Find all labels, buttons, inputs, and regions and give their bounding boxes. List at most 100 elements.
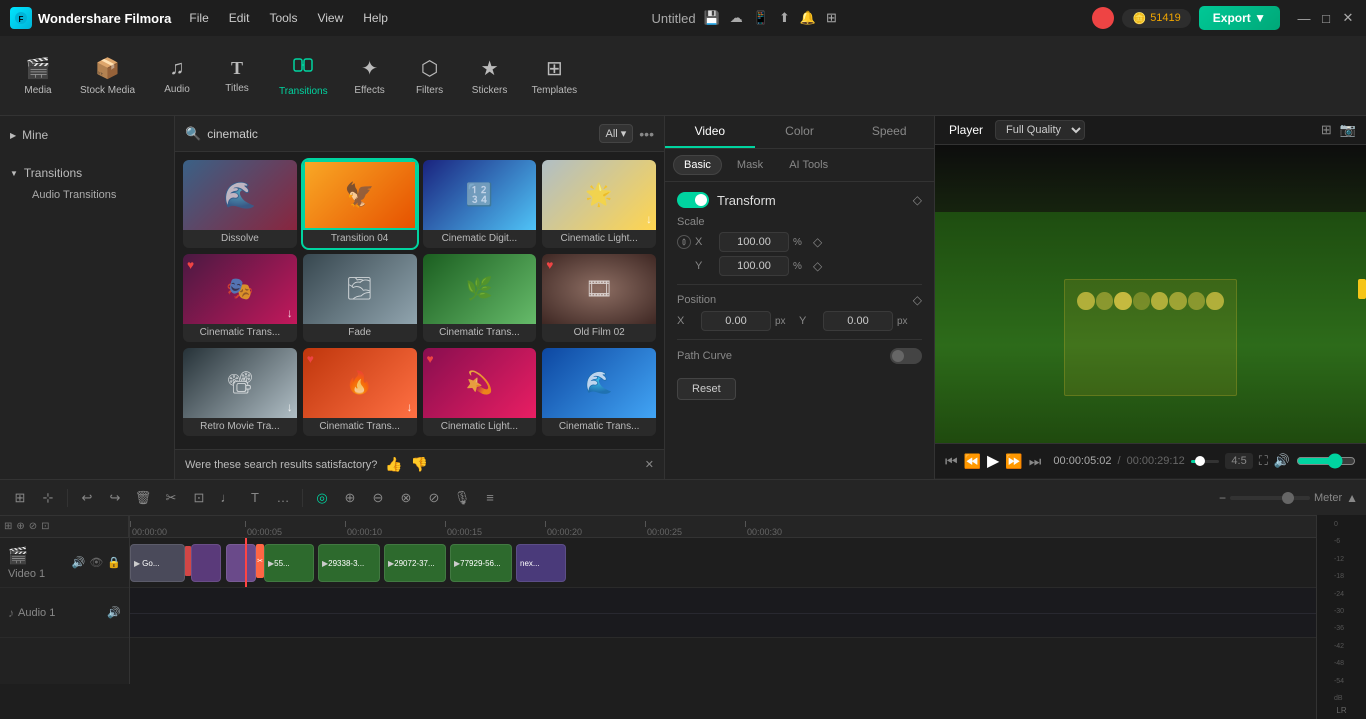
transform-toggle[interactable] (677, 192, 709, 208)
thumbs-down-btn[interactable]: 👎 (411, 456, 428, 473)
aspect-ratio-btn[interactable]: 4:5 (1225, 453, 1252, 469)
clip-29072[interactable]: ▶ 29072-37... (384, 544, 446, 582)
screenshot-icon[interactable]: 📷 (1340, 122, 1356, 138)
toolbar-effects[interactable]: ✦ Effects (342, 50, 398, 102)
link-tracks-btn[interactable]: ⊘ (29, 521, 37, 532)
menu-help[interactable]: Help (355, 9, 396, 27)
audio1-speaker-btn[interactable]: 🔊 (107, 606, 121, 619)
save-icon[interactable]: 💾 (704, 10, 720, 26)
tab-color[interactable]: Color (755, 116, 845, 148)
tl-magnet-btn[interactable]: ⊹ (36, 486, 60, 510)
pos-x-input[interactable] (701, 311, 771, 331)
video1-speaker-btn[interactable]: 🔊 (72, 556, 86, 569)
volume-slider[interactable] (1296, 453, 1356, 469)
play-btn[interactable]: ▶ (987, 451, 999, 471)
tl-crop-btn[interactable]: ⊡ (187, 486, 211, 510)
clip-purple2[interactable] (226, 544, 256, 582)
subtab-aitools[interactable]: AI Tools (778, 155, 839, 175)
share-icon[interactable]: ⬆ (779, 10, 790, 26)
menu-tools[interactable]: Tools (261, 9, 305, 27)
grid-item-cintrans2[interactable]: 🌿 + Cinematic Trans... (423, 254, 537, 342)
close-button[interactable]: ✕ (1340, 10, 1356, 26)
clip-77929[interactable]: ▶ 77929-56... (450, 544, 512, 582)
clip-nex[interactable]: nex... (516, 544, 566, 582)
mine-header[interactable]: ▶ Mine (10, 124, 164, 146)
position-keyframe-btn[interactable]: ◇ (913, 293, 922, 307)
minimize-button[interactable]: — (1296, 10, 1312, 26)
clip-purple1[interactable] (191, 544, 221, 582)
tl-audio-btn[interactable]: ♩ (215, 486, 239, 510)
preview-tab-player[interactable]: Player (945, 121, 987, 139)
tab-video[interactable]: Video (665, 116, 755, 148)
grid-item-cinlight[interactable]: 🌟 ↓ ↓ Cinematic Light... (542, 160, 656, 248)
apps-icon[interactable]: ⊞ (826, 10, 837, 26)
tl-cut-btn[interactable]: ✂ (159, 486, 183, 510)
scale-link-btn[interactable] (677, 235, 691, 249)
tl-more-btn[interactable]: … (271, 486, 295, 510)
grid-item-cinlight2[interactable]: 💫 ♥ + Cinematic Light... (423, 348, 537, 436)
zoom-bar[interactable] (1230, 496, 1310, 500)
export-button[interactable]: Export ▼ (1199, 6, 1280, 30)
search-input[interactable] (207, 127, 592, 141)
tl-undo-btn[interactable]: ↩ (75, 486, 99, 510)
search-filter[interactable]: All ▾ (599, 124, 634, 143)
pos-y-input[interactable] (823, 311, 893, 331)
zoom-out-btn[interactable]: − (1219, 491, 1226, 505)
grid-item-cintrans3[interactable]: 🔥 ♥ ↓ Cinematic Trans... (303, 348, 417, 436)
subtab-basic[interactable]: Basic (673, 155, 722, 175)
preview-progress-thumb[interactable] (1195, 456, 1205, 466)
feedback-close-btn[interactable]: ✕ (645, 458, 654, 471)
grid-view-icon[interactable]: ⊞ (1321, 122, 1332, 138)
tl-minus-btn[interactable]: ⊖ (366, 486, 390, 510)
grid-item-transition04[interactable]: 🦅 + Transition 04 (303, 160, 417, 248)
zoom-expand-btn[interactable]: ▲ (1346, 491, 1358, 505)
tl-delete-btn[interactable]: 🗑 (131, 486, 155, 510)
zoom-thumb[interactable] (1282, 492, 1294, 504)
preview-progress-bar[interactable] (1191, 460, 1220, 463)
scale-y-keyframe[interactable]: ◇ (813, 259, 822, 273)
tl-redo-btn[interactable]: ↪ (103, 486, 127, 510)
toolbar-filters[interactable]: ⬡ Filters (402, 50, 458, 102)
tl-overlay-btn[interactable]: ⊕ (338, 486, 362, 510)
grid-item-cintrans4[interactable]: 🌊 + Cinematic Trans... (542, 348, 656, 436)
scale-x-keyframe[interactable]: ◇ (813, 235, 822, 249)
clip-29338[interactable]: ▶ 29338-3... (318, 544, 380, 582)
menu-file[interactable]: File (181, 9, 216, 27)
tl-split-btn[interactable]: ⊗ (394, 486, 418, 510)
thumbs-up-btn[interactable]: 👍 (385, 456, 402, 473)
grid-item-cindigit[interactable]: 🔢 + Cinematic Digit... (423, 160, 537, 248)
device-icon[interactable]: 📱 (753, 10, 769, 26)
clip-go[interactable]: ▶ Go... (130, 544, 185, 582)
next-frame-btn[interactable]: ⏩ (1005, 453, 1022, 470)
toolbar-audio[interactable]: ♫ Audio (149, 51, 205, 101)
toolbar-templates[interactable]: ⊞ Templates (522, 50, 588, 102)
audio-transitions-item[interactable]: Audio Transitions (10, 184, 164, 206)
grid-item-fade[interactable]: 🌫 + Fade (303, 254, 417, 342)
prev-frame-btn[interactable]: ⏪ (964, 453, 981, 470)
scale-x-input[interactable] (719, 232, 789, 252)
tl-menu-btn[interactable]: ≡ (478, 486, 502, 510)
fullscreen-btn[interactable]: ⛶ (1259, 453, 1268, 469)
grid-item-dissolve[interactable]: 🌊 + Dissolve (183, 160, 297, 248)
grid-item-cintrans1[interactable]: 🎭 ♥ ↓ Cinematic Trans... (183, 254, 297, 342)
menu-view[interactable]: View (309, 9, 351, 27)
subtab-mask[interactable]: Mask (726, 155, 774, 175)
transitions-header[interactable]: ▼ Transitions (10, 162, 164, 184)
toolbar-media[interactable]: 🎬 Media (10, 50, 66, 102)
maximize-button[interactable]: □ (1318, 10, 1334, 26)
tl-mic-btn[interactable]: 🎙 (450, 486, 474, 510)
tl-add-track-btn[interactable]: ⊞ (8, 486, 32, 510)
toolbar-titles[interactable]: T Titles (209, 52, 265, 100)
toolbar-stock-media[interactable]: 📦 Stock Media (70, 50, 145, 102)
transition-marker[interactable]: ✂ (256, 544, 264, 578)
clip-55[interactable]: ▶ 55... (264, 544, 314, 582)
notification-icon[interactable]: 🔔 (800, 10, 816, 26)
video1-eye-btn[interactable]: 👁 (89, 556, 103, 569)
reset-button[interactable]: Reset (677, 378, 736, 400)
menu-edit[interactable]: Edit (221, 9, 258, 27)
grid-item-retromovie[interactable]: 📽 ↓ Retro Movie Tra... (183, 348, 297, 436)
grid-item-oldfilm[interactable]: 🎞 ♥ + Old Film 02 (542, 254, 656, 342)
volume-btn[interactable]: 🔊 (1274, 453, 1290, 469)
tab-speed[interactable]: Speed (844, 116, 934, 148)
tl-record-btn[interactable]: ◎ (310, 486, 334, 510)
